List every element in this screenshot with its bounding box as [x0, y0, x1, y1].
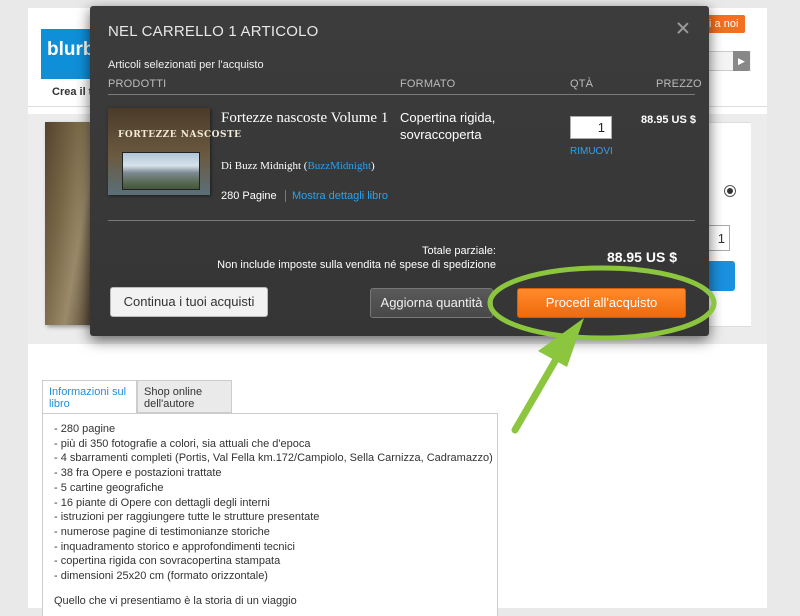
- description-line: - 16 piante di Opere con dettagli degli …: [54, 496, 270, 509]
- update-quantity-button[interactable]: Aggiorna quantità: [370, 288, 493, 318]
- column-header-products: PRODOTTI: [108, 78, 167, 90]
- tab-author-shop[interactable]: Shop online dell'autore: [137, 380, 232, 413]
- description-line: - 4 sbarramenti completi (Portis, Val Fe…: [54, 452, 493, 465]
- cover-title-text: FORTEZZE NASCOSTE: [118, 130, 242, 140]
- panel-quantity-input[interactable]: 1: [706, 225, 730, 251]
- description-line: - 38 fra Opere e postazioni trattate: [54, 467, 222, 480]
- show-book-details-link[interactable]: Mostra dettagli libro: [285, 190, 388, 202]
- search-button[interactable]: ▶: [733, 51, 750, 71]
- cart-item-pages: 280 Pagine: [221, 190, 277, 202]
- description-line: - copertina rigida con sovracopertina st…: [54, 555, 281, 568]
- book-description: - 280 pagine - più di 350 fotografie a c…: [42, 413, 498, 616]
- column-header-qty: QTÀ: [570, 78, 594, 90]
- cart-item-cover[interactable]: FORTEZZE NASCOSTE: [108, 108, 241, 195]
- subtotal-value: 88.95 US $: [606, 249, 677, 265]
- tab-book-info[interactable]: Informazioni sul libro: [42, 380, 137, 414]
- author-suffix: ): [371, 160, 375, 172]
- description-line: - inquadramento storico e approfondiment…: [54, 540, 295, 553]
- description-line: - 5 cartine geografiche: [54, 481, 164, 494]
- quantity-input[interactable]: 1: [570, 116, 612, 139]
- modal-title: NEL CARRELLO 1 ARTICOLO: [108, 23, 319, 40]
- subtotal-note: Non include imposte sulla vendita né spe…: [217, 259, 496, 271]
- description-paragraph: Quello che vi presentiamo è la storia di…: [54, 594, 297, 607]
- header-divider: [108, 94, 695, 95]
- remove-link[interactable]: RIMUOVI: [570, 146, 613, 157]
- cart-item-author: Di Buzz Midnight (BuzzMidnight): [221, 160, 375, 172]
- column-header-price: PREZZO: [656, 78, 702, 90]
- description-line: - 280 pagine: [54, 423, 116, 435]
- column-header-format: FORMATO: [400, 78, 456, 90]
- author-prefix: Di Buzz Midnight (: [221, 160, 308, 172]
- cart-item-price: 88.95 US $: [640, 114, 696, 126]
- format-radio[interactable]: [724, 185, 736, 197]
- cover-photo: [122, 152, 200, 190]
- subtotal-title: Totale parziale:: [422, 245, 496, 257]
- description-line: - dimensioni 25x20 cm (formato orizzonta…: [54, 570, 268, 583]
- cart-subhead: Articoli selezionati per l'acquisto: [108, 59, 264, 71]
- nav-create-link[interactable]: Crea il t: [52, 86, 92, 98]
- description-line: - più di 350 fotografie a colori, sia at…: [54, 437, 311, 450]
- chevron-right-icon: ▶: [738, 56, 745, 66]
- cart-item-format: Copertina rigida, sovraccoperta: [400, 110, 496, 142]
- author-link[interactable]: BuzzMidnight: [307, 160, 371, 172]
- close-icon[interactable]: [675, 20, 691, 36]
- add-to-cart-button[interactable]: [705, 261, 735, 291]
- subtotal-label: Totale parziale: Non include imposte sul…: [170, 244, 496, 272]
- checkout-button[interactable]: Procedi all'acquisto: [517, 288, 686, 318]
- description-line: - numerose pagine di testimonianze stori…: [54, 525, 270, 538]
- cart-item-title: Fortezze nascoste Volume 1: [221, 110, 389, 126]
- subtotal-divider: [108, 220, 695, 221]
- continue-shopping-button[interactable]: Continua i tuoi acquisti: [110, 287, 268, 317]
- cart-modal: NEL CARRELLO 1 ARTICOLO Articoli selezio…: [90, 6, 709, 336]
- description-line: - istruzioni per raggiungere tutte le st…: [54, 511, 320, 524]
